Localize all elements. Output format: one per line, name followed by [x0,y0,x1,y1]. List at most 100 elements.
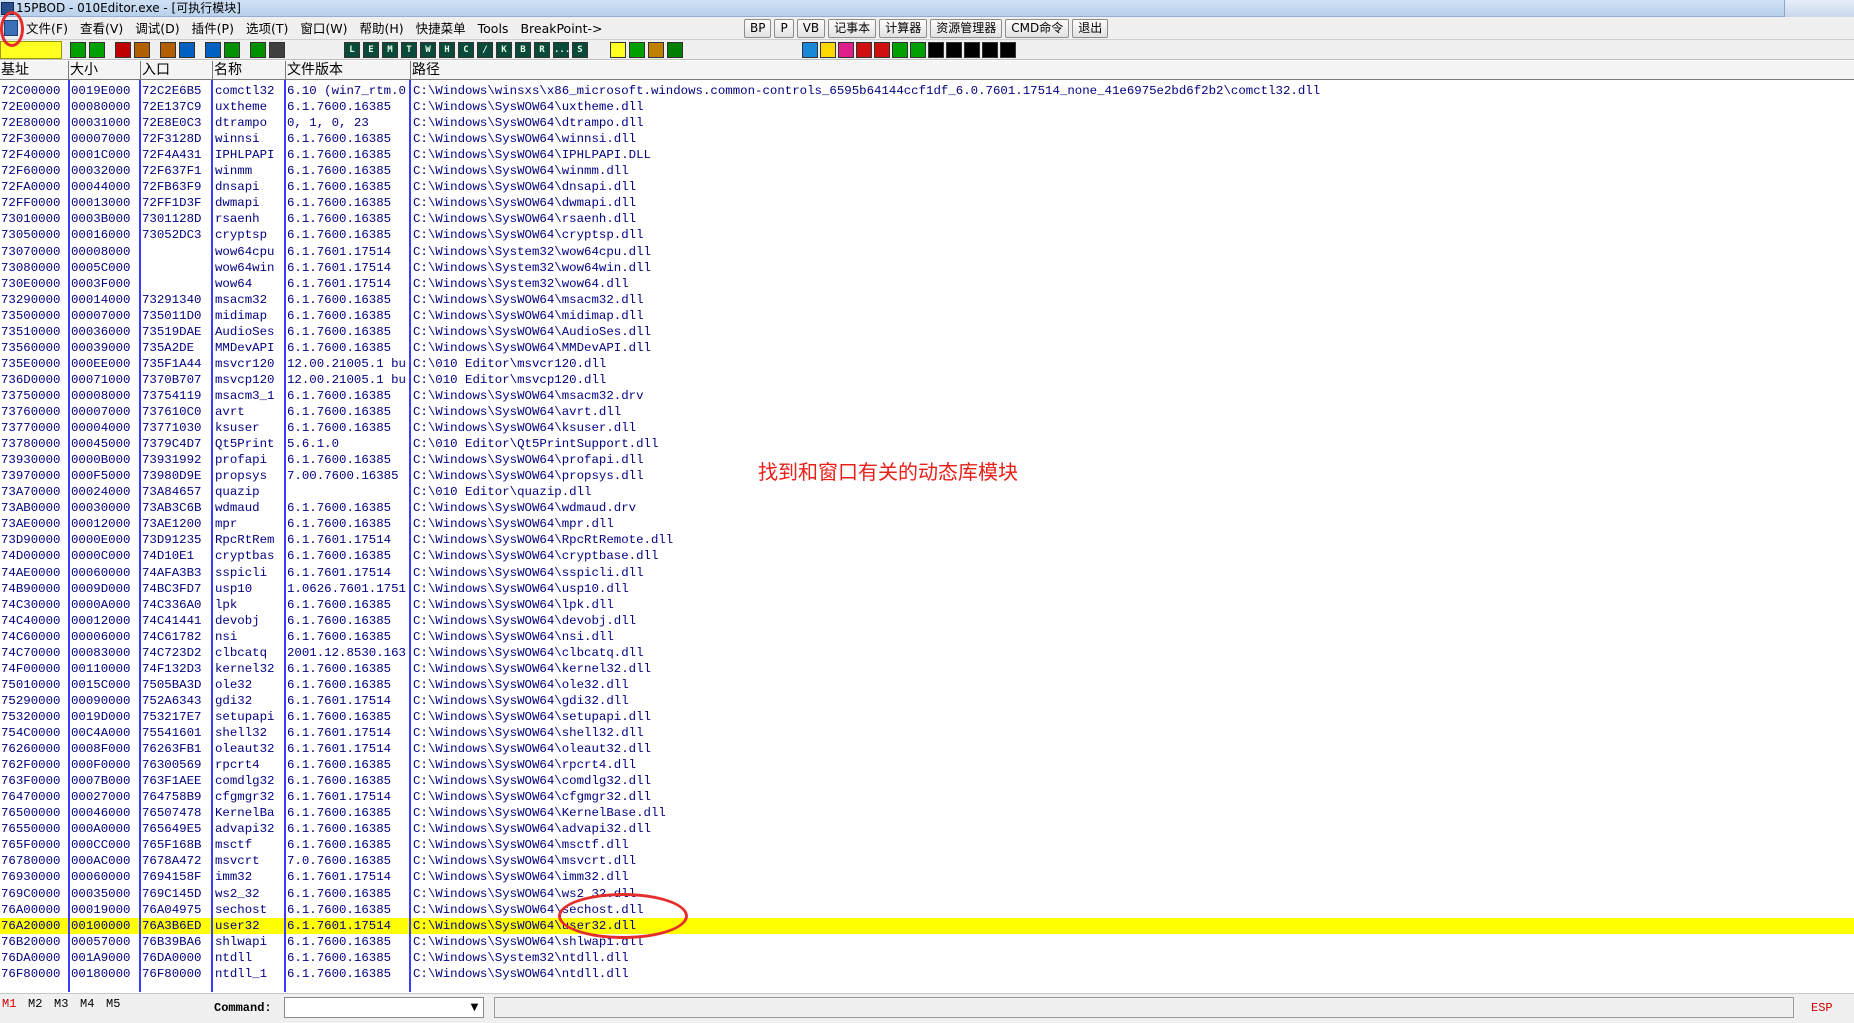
mark-tab[interactable]: M5 [106,997,120,1011]
toolbar-letter-button[interactable]: L [344,42,360,58]
toolbar-icon[interactable] [1000,42,1016,58]
table-row[interactable]: 73D90000 0000E000 73D91235 RpcRtRem 6.1.7601… [0,532,1854,548]
table-row[interactable]: 74C30000 0000A000 74C336A0 lpk 6.1.7600.1638… [0,597,1854,613]
toolbar-icon[interactable] [820,42,836,58]
quick-button[interactable]: 记事本 [828,19,877,38]
toolbar-icon[interactable] [224,42,240,58]
table-row[interactable]: 75290000 00090000 752A6343 gdi32 6.1.7601.17… [0,693,1854,709]
table-row[interactable]: 72F40000 0001C000 72F4A431 IPHLPAPI 6.1.7600… [0,147,1854,163]
table-row[interactable]: 72C00000 0019E000 72C2E6B5 comctl32 6.10 (wi… [0,83,1854,99]
table-row[interactable]: 72F30000 00007000 72F3128D winnsi 6.1.7600.1… [0,131,1854,147]
table-row[interactable]: 736D0000 00071000 7370B707 msvcp120 12.00.21… [0,372,1854,388]
table-row[interactable]: 75010000 0015C000 7505BA3D ole32 6.1.7600.16… [0,677,1854,693]
table-row[interactable]: 73AE0000 00012000 73AE1200 mpr 6.1.7600.1638… [0,516,1854,532]
toolbar-letter-button[interactable]: W [420,42,436,58]
toolbar-letter-button[interactable]: ... [553,42,570,58]
table-row[interactable]: 73510000 00036000 73519DAE AudioSes 6.1.7600… [0,324,1854,340]
table-row[interactable]: 735E0000 000EE000 735F1A44 msvcr120 12.00.21… [0,356,1854,372]
table-row[interactable]: 72E00000 00080000 72E137C9 uxtheme 6.1.7600.… [0,99,1854,115]
menu-item[interactable]: 帮助(H) [353,17,409,40]
menu-item[interactable]: 快捷菜单 [410,17,472,40]
quick-button[interactable]: BP [744,19,772,38]
toolbar-icon[interactable] [269,42,285,58]
toolbar-icon[interactable] [874,42,890,58]
toolbar-icon[interactable] [802,42,818,58]
toolbar-icon[interactable] [70,42,86,58]
table-row[interactable]: 76470000 00027000 764758B9 cfgmgr32 6.1.7601… [0,789,1854,805]
table-row[interactable]: 76930000 00060000 7694158F imm32 6.1.7601.17… [0,869,1854,885]
toolbar-icon[interactable] [648,42,664,58]
toolbar-letter-button[interactable]: M [382,42,398,58]
menu-item[interactable]: 插件(P) [186,17,240,40]
quick-button[interactable]: CMD命令 [1005,19,1070,38]
toolbar-letter-button[interactable]: K [496,42,512,58]
table-row-selected[interactable]: 76A20000 00100000 76A3B6ED user32 6.1.7601.1… [0,917,1854,934]
table-row[interactable]: 76A00000 00019000 76A04975 sechost 6.1.7600.… [0,902,1854,918]
toolbar-icon[interactable] [205,42,221,58]
table-row[interactable]: 73290000 00014000 73291340 msacm32 6.1.7600.… [0,292,1854,308]
table-row[interactable]: 73760000 00007000 737610C0 avrt 6.1.7600.163… [0,404,1854,420]
toolbar-icon[interactable] [910,42,926,58]
col-path[interactable]: 路径 [411,61,1854,80]
table-row[interactable]: 765F0000 000CC000 765F168B msctf 6.1.7600.16… [0,837,1854,853]
table-row[interactable]: 73780000 00045000 7379C4D7 Qt5Print 5.6.1.0 C… [0,436,1854,452]
mark-tab[interactable]: M3 [54,997,68,1011]
toolbar-icon[interactable] [115,42,131,58]
table-row[interactable]: 73AB0000 00030000 73AB3C6B wdmaud 6.1.7600.1… [0,500,1854,516]
table-row[interactable]: 73500000 00007000 735011D0 midimap 6.1.7600.… [0,308,1854,324]
table-row[interactable]: 73010000 0003B000 7301128D rsaenh 6.1.7600.1… [0,211,1854,227]
mark-tab[interactable]: M1 [2,997,16,1011]
quick-button[interactable]: VB [796,19,826,38]
toolbar-icon[interactable] [892,42,908,58]
quick-button[interactable]: 资源管理器 [930,19,1003,38]
toolbar-icon[interactable] [667,42,683,58]
table-row[interactable]: 73A70000 00024000 73A84657 quazip C:\010 Edi… [0,484,1854,500]
menu-item[interactable]: 文件(F) [20,17,74,40]
table-row[interactable]: 74C70000 00083000 74C723D2 clbcatq 2001.12.8… [0,645,1854,661]
table-row[interactable]: 769C0000 00035000 769C145D ws2_32 6.1.7600.1… [0,886,1854,902]
toolbar-icon[interactable] [89,42,105,58]
toolbar-letter-button[interactable]: C [458,42,474,58]
menu-item[interactable]: 查看(V) [74,17,129,40]
table-row[interactable]: 74F00000 00110000 74F132D3 kernel32 6.1.7600… [0,661,1854,677]
table-row[interactable]: 76B20000 00057000 76B39BA6 shlwapi 6.1.7600.… [0,934,1854,950]
table-row[interactable]: 754C0000 00C4A000 75541601 shell32 6.1.7601.… [0,725,1854,741]
table-row[interactable]: 72FA0000 00044000 72FB63F9 dnsapi 6.1.7600.1… [0,179,1854,195]
window-controls[interactable] [1784,0,1854,17]
table-row[interactable]: 73750000 00008000 73754119 msacm3_1 6.1.7600… [0,388,1854,404]
table-row[interactable]: 76550000 000A0000 765649E5 advapi32 6.1.7600… [0,821,1854,837]
table-row[interactable]: 73770000 00004000 73771030 ksuser 6.1.7600.1… [0,420,1854,436]
table-row[interactable]: 74C60000 00006000 74C61782 nsi 6.1.7600.1638… [0,629,1854,645]
table-row[interactable]: 73080000 0005C000 wow64win 6.1.7601.17514 C:… [0,260,1854,276]
table-row[interactable]: 72FF0000 00013000 72FF1D3F dwmapi 6.1.7600.1… [0,195,1854,211]
table-row[interactable]: 763F0000 0007B000 763F1AEE comdlg32 6.1.7600… [0,773,1854,789]
table-row[interactable]: 73070000 00008000 wow64cpu 6.1.7601.17514 C:… [0,244,1854,260]
menu-item[interactable]: 窗口(W) [294,17,353,40]
toolbar-letter-button[interactable]: T [401,42,417,58]
table-row[interactable]: 762F0000 000F0000 76300569 rpcrt4 6.1.7600.1… [0,757,1854,773]
table-row[interactable]: 74C40000 00012000 74C41441 devobj 6.1.7600.1… [0,613,1854,629]
col-entry[interactable]: 入口 [141,61,213,80]
toolbar-icon[interactable] [838,42,854,58]
table-row[interactable]: 72F60000 00032000 72F637F1 winmm 6.1.7600.16… [0,163,1854,179]
menu-item[interactable]: 选项(T) [240,17,294,40]
menu-item[interactable]: BreakPoint-> [514,17,608,40]
table-row[interactable]: 72E80000 00031000 72E8E0C3 dtrampo 0, 1, 0, … [0,115,1854,131]
col-name[interactable]: 名称 [213,61,286,80]
table-row[interactable]: 76F80000 00180000 76F80000 ntdll_1 6.1.7600.… [0,966,1854,982]
menu-item[interactable]: 调试(D) [129,17,185,40]
toolbar-icon[interactable] [964,42,980,58]
table-row[interactable]: 74B90000 0009D000 74BC3FD7 usp10 1.0626.7601… [0,581,1854,597]
toolbar-icon[interactable] [629,42,645,58]
quick-button[interactable]: P [774,19,794,38]
table-row[interactable]: 76260000 0008F000 76263FB1 oleaut32 6.1.7601… [0,741,1854,757]
table-row[interactable]: 74AE0000 00060000 74AFA3B3 sspicli 6.1.7601.… [0,565,1854,581]
table-row[interactable]: 75320000 0019D000 753217E7 setupapi 6.1.7600… [0,709,1854,725]
toolbar-icon[interactable] [610,42,626,58]
table-row[interactable]: 76780000 000AC000 7678A472 msvcrt 7.0.7600.1… [0,853,1854,869]
chevron-down-icon[interactable]: ▼ [466,998,483,1017]
menu-item[interactable]: Tools [472,17,515,40]
table-row[interactable]: 76500000 00046000 76507478 KernelBa 6.1.7600… [0,805,1854,821]
table-row[interactable]: 730E0000 0003F000 wow64 6.1.7601.17514 C:\Wi… [0,276,1854,292]
mark-tab[interactable]: M2 [28,997,42,1011]
